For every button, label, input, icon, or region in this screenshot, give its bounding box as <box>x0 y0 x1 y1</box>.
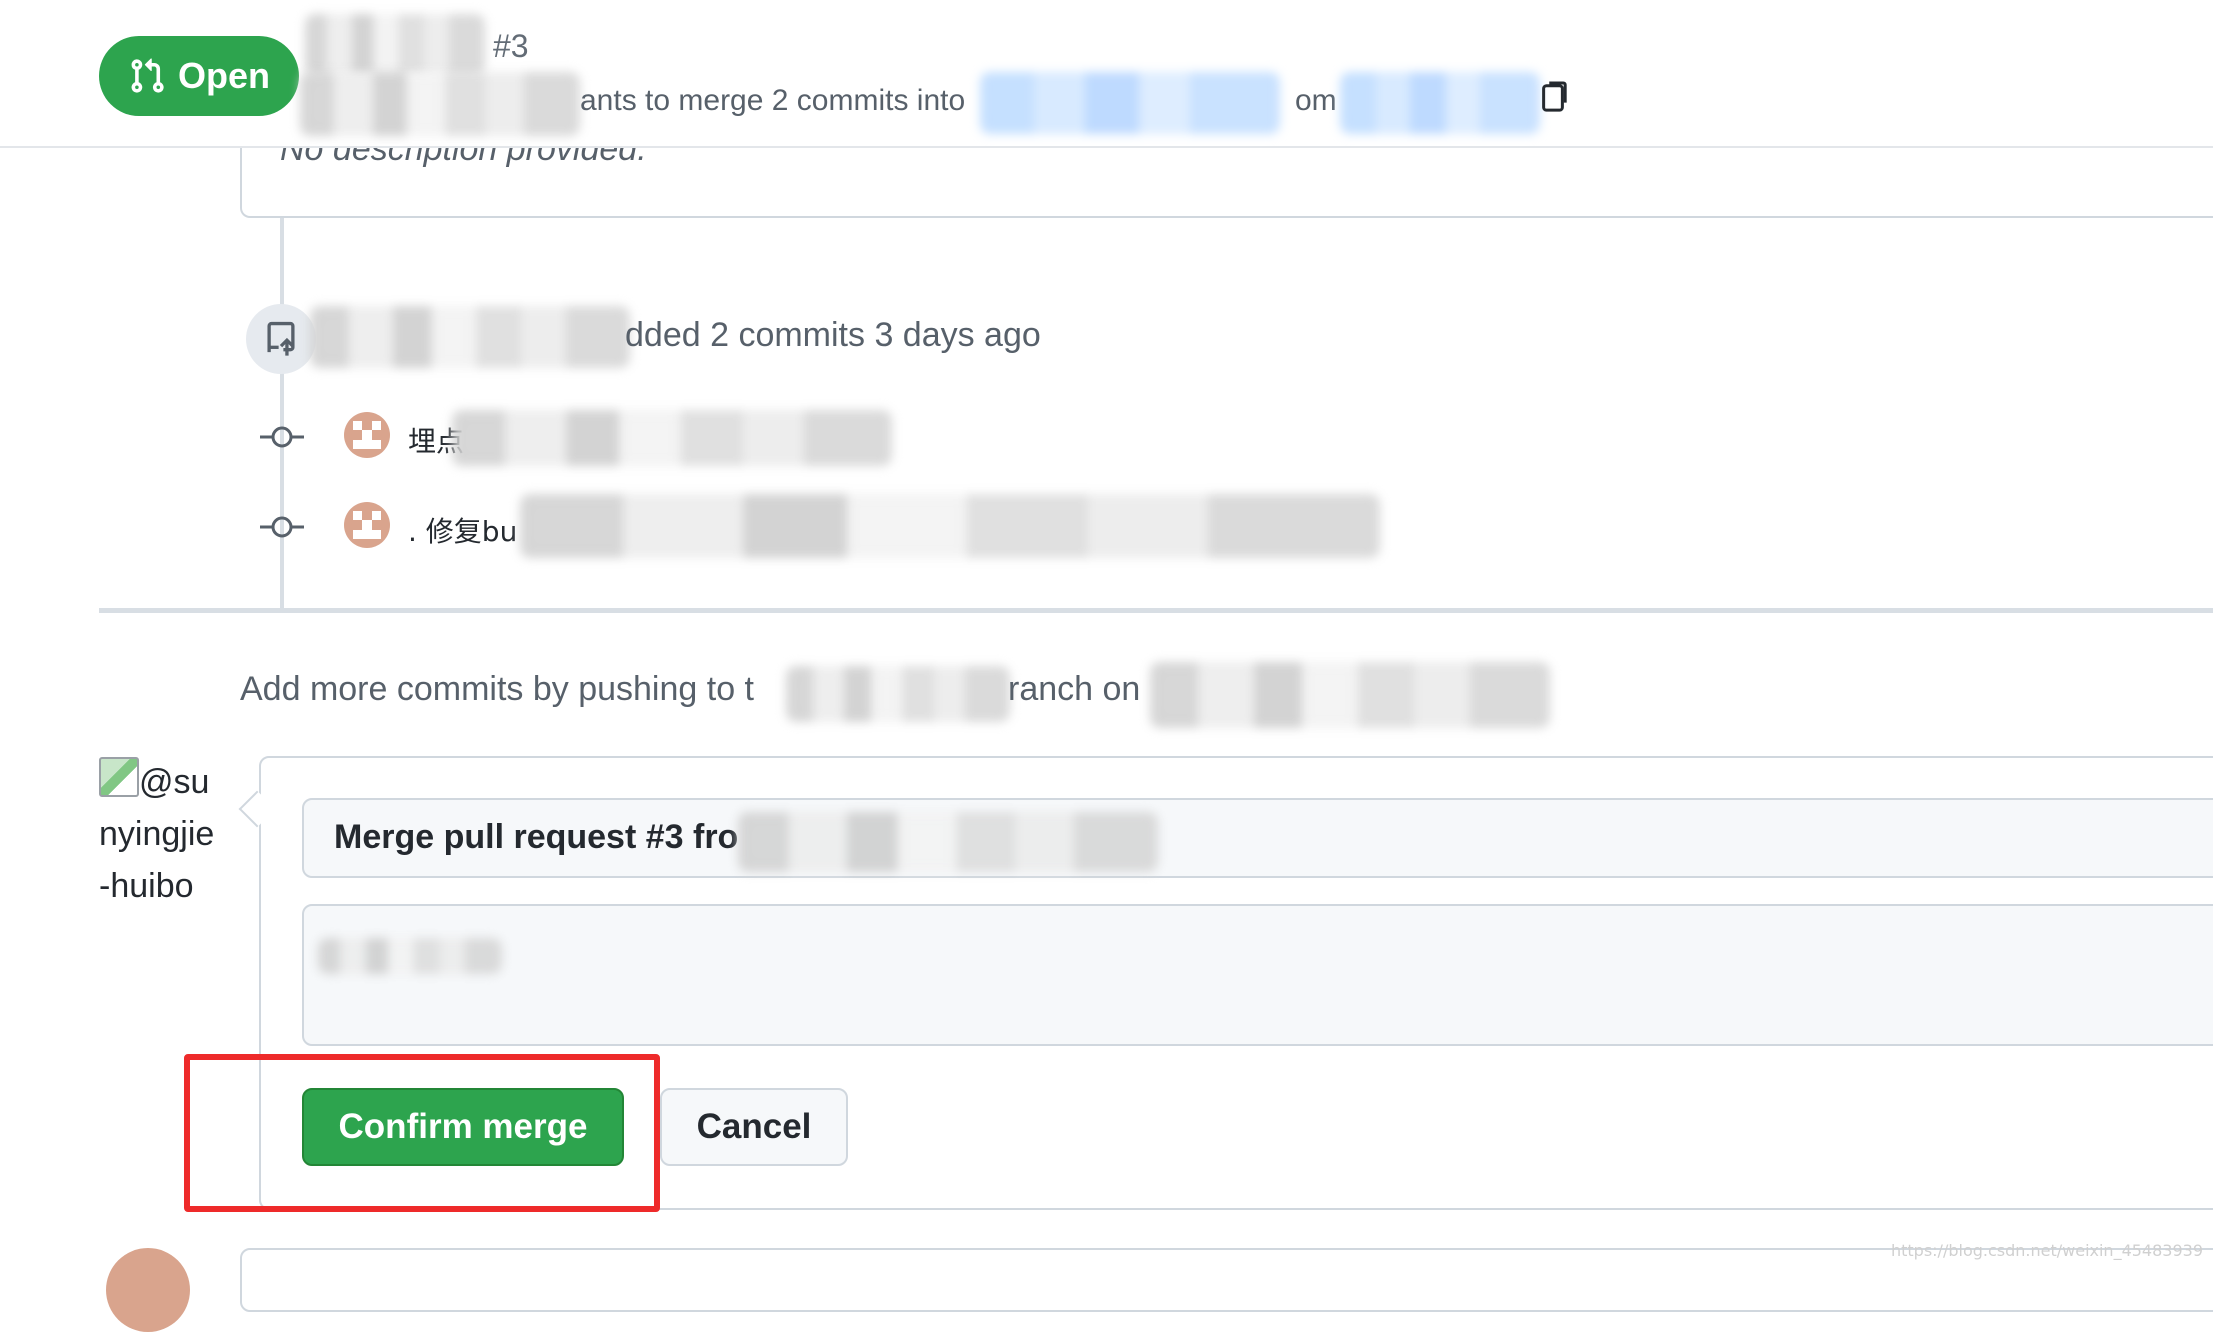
annotation-highlight-box <box>184 1054 660 1212</box>
redacted-pr-title <box>305 14 485 76</box>
redacted-commit-message <box>452 410 892 466</box>
pr-status-label: Open <box>177 55 270 96</box>
user-avatar[interactable]: @sunyingjie-huibo <box>99 756 219 912</box>
push-hint-text-2: ranch on <box>1008 670 1141 708</box>
redacted-commit-message <box>520 494 1380 558</box>
head-branch-label[interactable] <box>1340 72 1540 134</box>
cancel-label: Cancel <box>696 1107 812 1146</box>
git-pull-request-icon <box>131 58 164 93</box>
merge-commit-title-value: Merge pull request #3 fro <box>334 818 739 856</box>
git-commit-icon <box>260 426 304 448</box>
cancel-button[interactable]: Cancel <box>660 1088 848 1166</box>
merge-summary-text: ants to merge 2 commits into <box>580 84 966 117</box>
push-event-badge <box>246 304 316 374</box>
watermark-text: https://blog.csdn.net/weixin_45483939 <box>1890 1241 2203 1260</box>
redacted-repo-name <box>1150 662 1550 728</box>
redacted-merge-body <box>318 938 502 974</box>
redacted-branch-name <box>786 666 1010 722</box>
merge-commit-title-input[interactable]: Merge pull request #3 fro <box>302 798 2213 878</box>
pr-number: #3 <box>493 28 529 64</box>
copy-icon[interactable] <box>1538 80 1568 114</box>
redacted-merge-title <box>738 812 1158 872</box>
redacted-author <box>300 72 580 136</box>
broken-image-icon <box>99 757 139 797</box>
merge-summary-from: om <box>1295 84 1337 117</box>
commit-message-link[interactable]: . 修复bu <box>408 510 517 550</box>
push-hint-text: Add more commits by pushing to t <box>240 670 755 708</box>
commit-author-avatar[interactable] <box>344 502 390 548</box>
git-commit-icon <box>260 516 304 538</box>
push-event-text: dded 2 commits 3 days ago <box>625 316 1041 354</box>
commit-author-avatar[interactable] <box>344 412 390 458</box>
next-comment-avatar[interactable] <box>106 1248 190 1332</box>
timeline-divider <box>99 608 2213 613</box>
redacted-pusher-name <box>310 306 630 368</box>
merge-commit-message-input[interactable] <box>302 904 2213 1046</box>
base-branch-label[interactable] <box>980 72 1280 134</box>
timeline-line <box>280 218 284 608</box>
repo-push-icon <box>267 321 295 356</box>
pr-status-badge: Open <box>99 36 299 116</box>
pr-header: Open #3 ants to merge 2 commits into om <box>0 0 2213 148</box>
